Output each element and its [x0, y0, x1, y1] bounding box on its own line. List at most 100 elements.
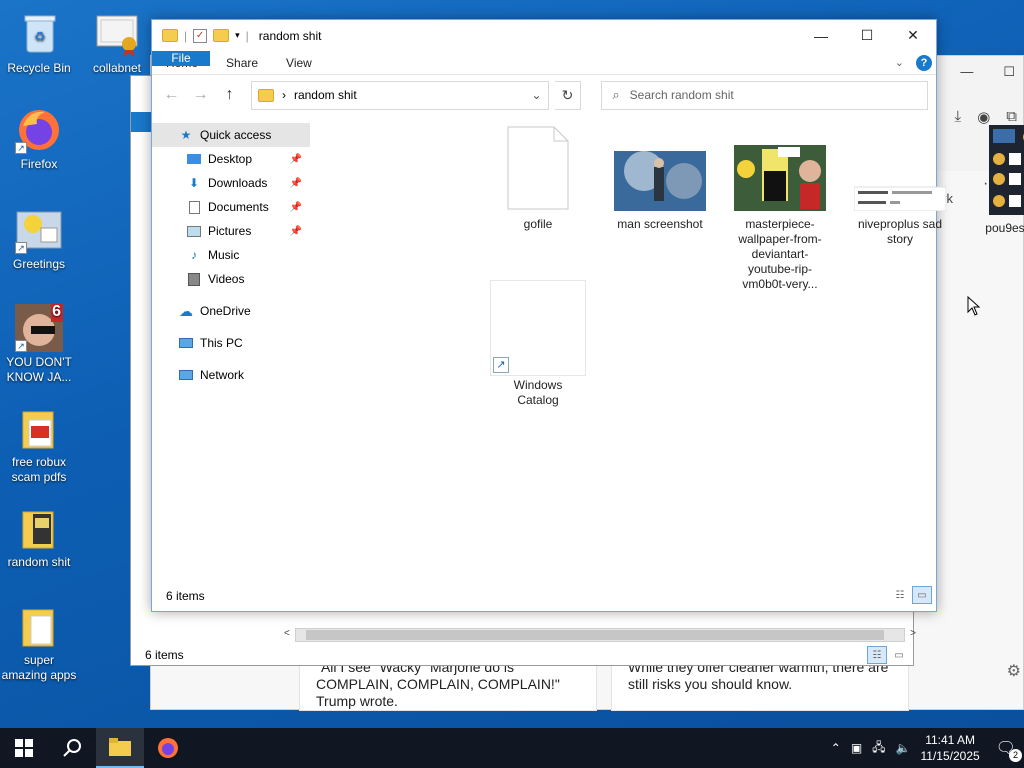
nav-music[interactable]: ♪ Music: [152, 243, 310, 267]
nav-onedrive[interactable]: ☁ OneDrive: [152, 299, 310, 323]
nav-network[interactable]: Network: [152, 363, 310, 387]
file-name: gofile: [523, 217, 553, 231]
search-icon: [63, 739, 81, 757]
cloud-icon: ☁: [179, 302, 193, 319]
notifications-button[interactable]: 🗨 2: [996, 738, 1022, 762]
details-view-icon[interactable]: ☷: [867, 646, 887, 664]
file-item[interactable]: man screenshot: [610, 125, 710, 232]
volume-muted-icon[interactable]: 🔈: [896, 741, 911, 755]
download-icon[interactable]: ⤓: [955, 108, 962, 126]
horizontal-scrollbar[interactable]: < >: [284, 628, 916, 642]
help-icon[interactable]: ?: [916, 54, 932, 71]
desktop-icon-recycle-bin[interactable]: ♻ Recycle Bin: [0, 10, 78, 76]
desktop-icon-free-robux[interactable]: free robux scam pdfs: [0, 404, 78, 485]
tab-share[interactable]: Share: [212, 51, 272, 74]
recycle-bin-icon: ♻: [15, 10, 63, 58]
desktop-icon-random-shit[interactable]: random shit: [0, 504, 78, 570]
pin-icon[interactable]: 📌: [290, 226, 302, 237]
star-icon: ★: [180, 128, 192, 142]
shortcut-arrow-icon: ↗: [15, 340, 27, 352]
desktop-icon-label: Greetings: [12, 257, 66, 271]
customize-qat-icon[interactable]: ▾: [235, 30, 240, 41]
nav-label: Videos: [208, 272, 245, 286]
desktop-icon-you-dont-know[interactable]: ↗ 6 YOU DON'T KNOW JA...: [0, 304, 78, 385]
scroll-right-icon[interactable]: >: [910, 628, 916, 639]
taskbar-firefox[interactable]: [144, 728, 192, 768]
firefox-icon: ↗: [15, 106, 63, 154]
tab-view[interactable]: View: [272, 51, 326, 74]
chevron-up-icon[interactable]: ⌃: [831, 741, 841, 755]
minimize-button[interactable]: —: [798, 20, 844, 51]
nav-label: Music: [208, 248, 240, 262]
nav-documents[interactable]: Documents 📌: [152, 195, 310, 219]
desktop-icon-super-amazing-apps[interactable]: super amazing apps: [0, 602, 78, 683]
new-folder-icon[interactable]: [213, 29, 230, 42]
forward-arrow-icon[interactable]: →: [189, 83, 212, 107]
details-view-icon[interactable]: ☷: [890, 586, 910, 604]
nav-quick-access[interactable]: ★ Quick access: [152, 123, 310, 147]
shortcut-arrow-icon: ↗: [15, 242, 27, 254]
mouse-cursor-icon: [967, 295, 981, 319]
scroll-left-icon[interactable]: <: [284, 628, 290, 639]
file-item[interactable]: masterpiece-wallpaper-from-deviantart-yo…: [730, 125, 830, 292]
search-input[interactable]: ⌕ Search random shit: [601, 80, 928, 110]
address-bar[interactable]: › random shit ⌄: [250, 80, 549, 110]
address-path[interactable]: random shit: [294, 88, 523, 102]
up-arrow-icon[interactable]: ↑: [218, 83, 241, 107]
desktop-icon-firefox[interactable]: ↗ Firefox: [0, 106, 78, 172]
network-icon[interactable]: 🖧: [872, 738, 885, 759]
file-explorer-window[interactable]: | ✓ ▾ | random shit — ☐ ✕ File Home Shar…: [151, 19, 1024, 612]
clock[interactable]: 11:41 AM 11/15/2025: [921, 732, 980, 764]
desktop-icon-label: YOU DON'T KNOW JA...: [6, 355, 72, 384]
taskbar-file-explorer[interactable]: [96, 728, 144, 768]
nav-videos[interactable]: Videos: [152, 267, 310, 291]
desktop-icon-label: Firefox: [20, 157, 58, 171]
maximize-button[interactable]: ☐: [844, 20, 890, 51]
start-button[interactable]: [0, 728, 48, 768]
back-arrow-icon[interactable]: ←: [160, 83, 183, 107]
nav-this-pc[interactable]: This PC: [152, 331, 310, 355]
desktop-icon-collabnet[interactable]: collabnet: [78, 10, 156, 76]
refresh-icon[interactable]: ↻: [554, 80, 582, 110]
nav-pictures[interactable]: Pictures 📌: [152, 219, 310, 243]
breadcrumb-chevron-icon[interactable]: ›: [282, 88, 286, 102]
image-thumbnail-icon: [989, 125, 1024, 215]
file-name: man screenshot: [617, 217, 703, 231]
nav-label: Network: [200, 368, 245, 382]
profile-icon[interactable]: ◉: [977, 108, 990, 126]
pin-icon[interactable]: 📌: [290, 178, 302, 189]
large-icons-view-icon[interactable]: ▭: [889, 646, 909, 664]
pin-icon[interactable]: 📌: [290, 202, 302, 213]
shortcut-arrow-icon: ↗: [15, 142, 27, 154]
file-item[interactable]: gofile: [488, 125, 588, 232]
settings-gear-icon[interactable]: ⚙: [1007, 661, 1021, 681]
nav-downloads[interactable]: ⬇ Downloads 📌: [152, 171, 310, 195]
search-button[interactable]: [48, 728, 96, 768]
certificate-icon: [93, 10, 141, 58]
chevron-down-icon[interactable]: ⌄: [531, 88, 541, 102]
meet-now-icon[interactable]: ▣: [851, 741, 862, 755]
minimize-icon[interactable]: —: [960, 64, 973, 80]
maximize-icon[interactable]: ☐: [1003, 64, 1015, 80]
scrollbar-thumb[interactable]: [306, 630, 884, 640]
large-icons-view-icon[interactable]: ▭: [912, 586, 932, 604]
expand-ribbon-icon[interactable]: ⌄: [895, 56, 904, 69]
file-item[interactable]: ↗ Windows Catalog: [480, 280, 596, 408]
address-row: ← → ↑ › random shit ⌄ ↻ ⌕ Search random …: [152, 75, 936, 115]
firefox-icon: [158, 738, 178, 758]
desktop-icon-greetings[interactable]: ↗ Greetings: [0, 206, 78, 272]
properties-icon[interactable]: ✓: [193, 28, 208, 43]
pin-icon[interactable]: 📌: [290, 154, 302, 165]
tab-file[interactable]: File: [152, 51, 210, 66]
clock-date: 11/15/2025: [920, 749, 980, 763]
file-item[interactable]: pou9esteban: [970, 125, 1024, 236]
image-thumbnail-icon: [853, 125, 947, 212]
status-item-count: 6 items: [166, 589, 205, 603]
extensions-icon[interactable]: ⧉: [1006, 108, 1017, 126]
file-item[interactable]: niveproplus sad story: [850, 125, 950, 247]
nav-desktop[interactable]: Desktop 📌: [152, 147, 310, 171]
videos-icon: [186, 271, 202, 287]
blank-file-icon: [506, 125, 570, 211]
close-button[interactable]: ✕: [890, 20, 936, 51]
title-bar[interactable]: | ✓ ▾ | random shit — ☐ ✕: [152, 20, 936, 51]
